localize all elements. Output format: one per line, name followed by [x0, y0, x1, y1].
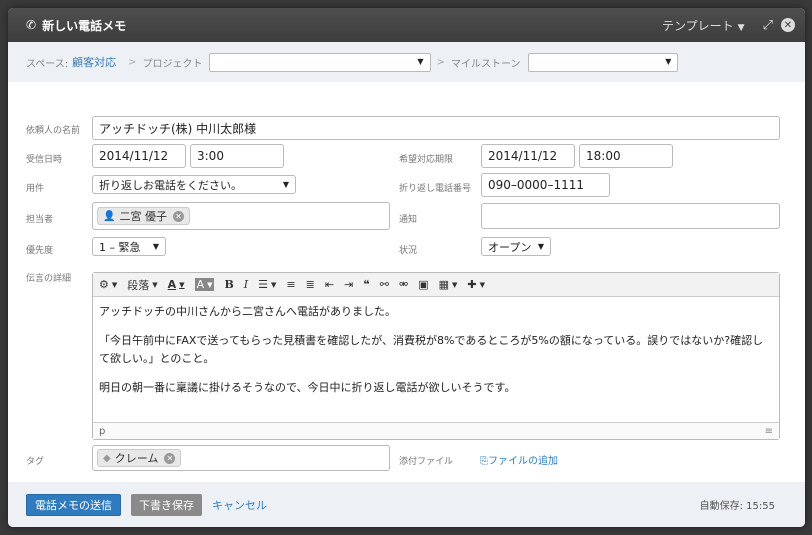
requester-label: 依頼人の名前 — [26, 126, 81, 136]
expand-icon[interactable]: ⤢ — [763, 18, 773, 33]
dialog-title: 新しい電話メモ — [42, 18, 127, 33]
status-select[interactable]: オープン ▼ — [481, 237, 551, 256]
assignee-tag: 👤 二宮 優子 ✕ — [97, 207, 190, 225]
priority-label: 優先度 — [26, 246, 54, 256]
status-label: 状況 — [399, 246, 418, 256]
received-label: 受信日時 — [26, 155, 63, 165]
add-file-link[interactable]: ⎘ファイルの追加 — [480, 452, 558, 467]
milestone-select[interactable] — [528, 52, 679, 72]
phone-memo-dialog: ✆ 新しい電話メモ テンプレート ▼ ⤢ ✕ スペース: 顧客対応 > プロジェク… — [8, 8, 805, 527]
quote-icon[interactable]: ❝ — [363, 278, 369, 291]
bold-icon[interactable]: B — [224, 278, 233, 291]
chevron-down-icon: ▼ — [152, 242, 159, 251]
phone-icon: ✆ — [26, 18, 37, 32]
assignee-label: 担当者 — [26, 215, 54, 225]
received-date-input[interactable]: 2014/11/12 — [92, 144, 186, 168]
font-color-icon[interactable]: A ▼ — [168, 278, 185, 291]
subject-select[interactable]: 折り返しお電話をください。 ▼ — [92, 175, 296, 194]
breadcrumb-arrow-icon: > — [436, 56, 445, 68]
priority-value: 1 – 緊急 — [99, 240, 141, 254]
callback-input[interactable]: 090–0000–1111 — [481, 173, 610, 197]
callback-label: 折り返し電話番号 — [399, 184, 472, 194]
plugin-icon[interactable]: ✚ ▼ — [467, 278, 485, 291]
outdent-icon[interactable]: ⇤ — [325, 278, 334, 291]
context-bar: スペース: 顧客対応 > プロジェクト > マイルストーン — [8, 42, 805, 82]
remove-icon[interactable]: ✕ — [164, 452, 176, 464]
requester-input[interactable]: アッチドッチ(株) 中川太郎様 — [92, 116, 780, 140]
tag-icon: ◆ — [103, 452, 111, 464]
attach-label: 添付ファイル — [399, 457, 454, 467]
numbered-list-icon[interactable]: ≣ — [306, 278, 315, 291]
space-link[interactable]: 顧客対応 — [72, 54, 116, 70]
editor-toolbar: ⚙ ▼ 段落 ▼ A ▼ A ▼ B I ☰ ▼ ≡ ≣ ⇤ ⇥ ❝ ⚯ ⚮ ▣ ▦ ▼ ✚… — [93, 273, 779, 297]
tag-chip: ◆ クレーム ✕ — [97, 449, 182, 467]
editor-content[interactable]: アッチドッチの中川さんから二宮さんへ電話がありました。 「今日午前中にFAXで送… — [93, 297, 779, 414]
details-line: 「今日午前中にFAXで送ってもらった見積書を確認したが、消費税が8%であるところ… — [99, 334, 764, 365]
dialog-footer: 電話メモの送信 下書き保存 キャンセル 自動保存: 15:55 — [8, 482, 805, 527]
tag-label: タグ — [26, 457, 45, 467]
desired-date-input[interactable]: 2014/11/12 — [481, 144, 575, 168]
unlink-icon[interactable]: ⚮ — [399, 278, 408, 291]
paperclip-icon: ⎘ — [480, 456, 488, 467]
image-icon[interactable]: ▣ — [418, 278, 428, 291]
resize-grip-icon[interactable]: ≡ — [765, 426, 773, 437]
assignee-name: 二宮 優子 — [119, 210, 167, 223]
indent-icon[interactable]: ⇥ — [344, 278, 353, 291]
element-path: p — [99, 425, 106, 437]
italic-icon[interactable]: I — [244, 278, 248, 291]
notify-input[interactable] — [481, 203, 780, 229]
link-icon[interactable]: ⚯ — [380, 278, 389, 291]
breadcrumb-arrow-icon: > — [128, 56, 137, 68]
settings-icon[interactable]: ⚙ ▼ — [99, 278, 117, 291]
details-line: アッチドッチの中川さんから二宮さんへ電話がありました。 — [99, 305, 396, 318]
milestone-label: マイルストーン — [450, 58, 521, 70]
desired-label: 希望対応期限 — [399, 155, 454, 165]
paragraph-label: 段落 — [127, 278, 150, 292]
project-label: プロジェクト — [142, 58, 203, 70]
chevron-down-icon: ▼ — [537, 242, 544, 251]
priority-select[interactable]: 1 – 緊急 ▼ — [92, 237, 166, 256]
cancel-link[interactable]: キャンセル — [212, 497, 267, 513]
received-time-input[interactable]: 3:00 — [190, 144, 284, 168]
highlight-color-icon[interactable]: A ▼ — [194, 278, 215, 291]
details-label: 伝言の詳細 — [26, 274, 72, 284]
subject-label: 用件 — [26, 184, 45, 194]
send-memo-button[interactable]: 電話メモの送信 — [26, 493, 121, 516]
remove-icon[interactable]: ✕ — [172, 210, 184, 222]
assignee-field[interactable]: 👤 二宮 優子 ✕ — [92, 202, 390, 230]
bullet-list-icon[interactable]: ≡ — [286, 278, 295, 291]
memo-form: 依頼人の名前 アッチドッチ(株) 中川太郎様 受信日時 2014/11/12 3… — [8, 82, 805, 482]
table-icon[interactable]: ▦ ▼ — [439, 278, 458, 291]
space-label: スペース: — [26, 58, 69, 70]
status-value: オープン — [488, 240, 532, 254]
template-menu[interactable]: テンプレート ▼ — [662, 17, 745, 34]
subject-value: 折り返しお電話をください。 — [99, 178, 242, 192]
editor-statusbar: p ≡ — [93, 422, 779, 439]
tag-name: クレーム — [114, 452, 159, 465]
add-file-label: ファイルの追加 — [488, 456, 558, 467]
autosave-status: 自動保存: 15:55 — [699, 501, 775, 512]
tag-field[interactable]: ◆ クレーム ✕ — [92, 445, 390, 471]
close-icon[interactable]: ✕ — [781, 18, 795, 32]
paragraph-format-button[interactable]: 段落 ▼ — [127, 277, 157, 293]
user-icon: 👤 — [103, 210, 116, 222]
align-icon[interactable]: ☰ ▼ — [258, 278, 276, 291]
chevron-down-icon: ▼ — [737, 22, 745, 33]
project-select[interactable] — [208, 52, 431, 72]
notify-label: 通知 — [399, 215, 418, 225]
dialog-titlebar: ✆ 新しい電話メモ テンプレート ▼ ⤢ ✕ — [8, 8, 805, 42]
desired-time-input[interactable]: 18:00 — [579, 144, 673, 168]
save-draft-button[interactable]: 下書き保存 — [131, 493, 202, 516]
chevron-down-icon: ▼ — [282, 180, 289, 189]
rich-text-editor[interactable]: ⚙ ▼ 段落 ▼ A ▼ A ▼ B I ☰ ▼ ≡ ≣ ⇤ ⇥ ❝ ⚯ ⚮ ▣ ▦ ▼ ✚… — [92, 272, 780, 440]
details-line: 明日の朝一番に稟議に掛けるそうなので、今日中に折り返し電話が欲しいそうです。 — [99, 381, 516, 394]
template-label: テンプレート — [662, 18, 734, 33]
